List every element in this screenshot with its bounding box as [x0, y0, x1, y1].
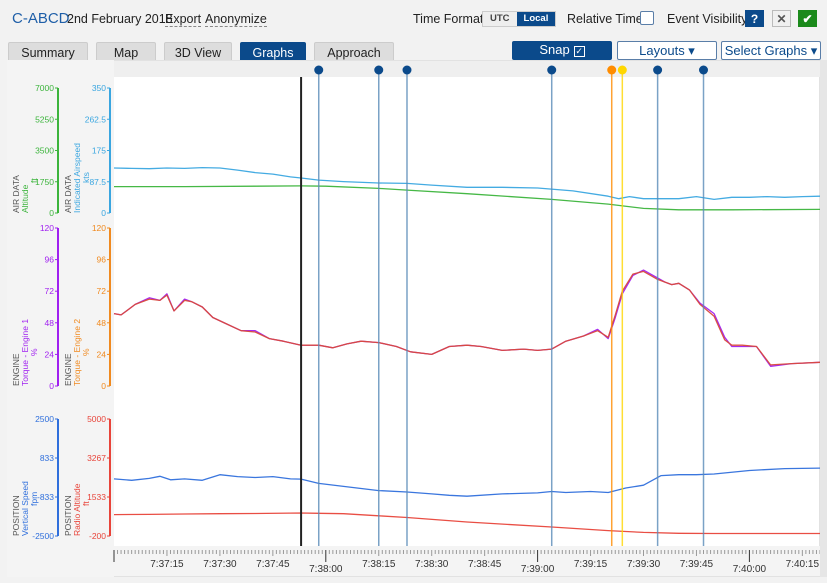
event-marker[interactable]: [314, 65, 324, 75]
y-tick-label: 120: [40, 223, 54, 233]
series-line-radio-altitude: [113, 512, 820, 535]
time-tick-label: 7:39:00: [521, 564, 555, 575]
time-tick-label: 7:37:45: [256, 559, 290, 570]
y-tick-label: 3267: [87, 453, 106, 463]
time-tick-label: 7:38:45: [468, 559, 502, 570]
series-line-torque-engine-2: [113, 270, 821, 366]
time-tick-label: 7:38:30: [415, 559, 449, 570]
series-line-altitude: [114, 185, 821, 211]
time-tick-label: 7:39:15: [574, 559, 608, 570]
vertical-scrollbar[interactable]: [820, 60, 827, 577]
time-tick-label: 7:38:00: [309, 564, 343, 575]
axis-unit-label: %: [81, 348, 91, 356]
time-tick-label: 7:39:30: [627, 559, 661, 570]
y-tick-label: 1533: [87, 492, 106, 502]
y-axis-title: POSITION Vertical Speed fpm: [11, 481, 39, 536]
event-marker[interactable]: [402, 65, 412, 75]
event-marker[interactable]: [617, 65, 627, 75]
y-tick-label: 72: [97, 286, 107, 296]
event-marker[interactable]: [547, 65, 557, 75]
event-marker[interactable]: [653, 65, 663, 75]
axis-unit-label: kts: [81, 172, 91, 183]
y-tick-label: 48: [45, 318, 55, 328]
y-axis-title: AIR DATA Altitudeft: [11, 175, 39, 213]
y-tick-label: 2500: [35, 414, 54, 424]
axis-unit-label: ft: [81, 501, 91, 506]
time-tick-label: 7:40:00: [733, 564, 767, 575]
y-tick-label: 0: [49, 208, 54, 218]
y-tick-label: 120: [92, 223, 106, 233]
y-tick-label: -200: [89, 531, 106, 541]
axis-unit-label: %: [29, 348, 39, 356]
time-tick-label: 7:37:30: [203, 559, 237, 570]
y-tick-label: 96: [97, 255, 107, 265]
time-tick-label: 7:37:15: [150, 559, 184, 570]
event-marker[interactable]: [607, 65, 617, 75]
series-line-torque-engine-1: [113, 269, 821, 367]
graphs-chart[interactable]: 70005250350017500AIR DATA Altitudeft35026…: [0, 0, 827, 583]
series-line-indicated-airspeed: [113, 166, 821, 201]
y-axis-title: ENGINE Torque - Engine 2%: [63, 319, 91, 386]
y-tick-label: 72: [45, 286, 55, 296]
axis-unit-label: fpm: [29, 492, 39, 506]
axis-name-label: Radio Altitude: [72, 483, 82, 536]
y-tick-label: 87.5: [89, 177, 106, 187]
y-axis-title: AIR DATA Indicated Airspeed kts: [63, 143, 91, 213]
series-line-vertical-speed: [113, 467, 821, 497]
axis-name-label: Vertical Speed: [20, 481, 30, 536]
y-tick-label: 0: [101, 381, 106, 391]
y-tick-label: 48: [97, 318, 107, 328]
time-tick-label: 7:39:45: [680, 559, 714, 570]
y-axis-title: ENGINE Torque - Engine 1%: [11, 319, 39, 386]
y-tick-label: -2500: [32, 531, 54, 541]
y-tick-label: 0: [101, 208, 106, 218]
y-tick-label: 0: [49, 381, 54, 391]
time-tick-label: 7:38:15: [362, 559, 396, 570]
y-tick-label: 350: [92, 83, 106, 93]
y-tick-label: 833: [40, 453, 54, 463]
y-tick-label: 24: [45, 349, 55, 359]
event-marker[interactable]: [699, 65, 709, 75]
y-tick-label: 175: [92, 146, 106, 156]
y-tick-label: 24: [97, 349, 107, 359]
y-tick-label: 5250: [35, 114, 54, 124]
y-tick-label: 262.5: [85, 114, 107, 124]
axis-unit-label: ft: [29, 178, 39, 183]
axis-name-label: Altitude: [20, 184, 30, 213]
y-tick-label: 5000: [87, 414, 106, 424]
time-tick-label: 7:40:15: [786, 559, 820, 570]
y-tick-label: 3500: [35, 146, 54, 156]
y-tick-label: 96: [45, 255, 55, 265]
event-marker[interactable]: [374, 65, 384, 75]
y-tick-label: -833: [37, 492, 54, 502]
y-tick-label: 7000: [35, 83, 54, 93]
